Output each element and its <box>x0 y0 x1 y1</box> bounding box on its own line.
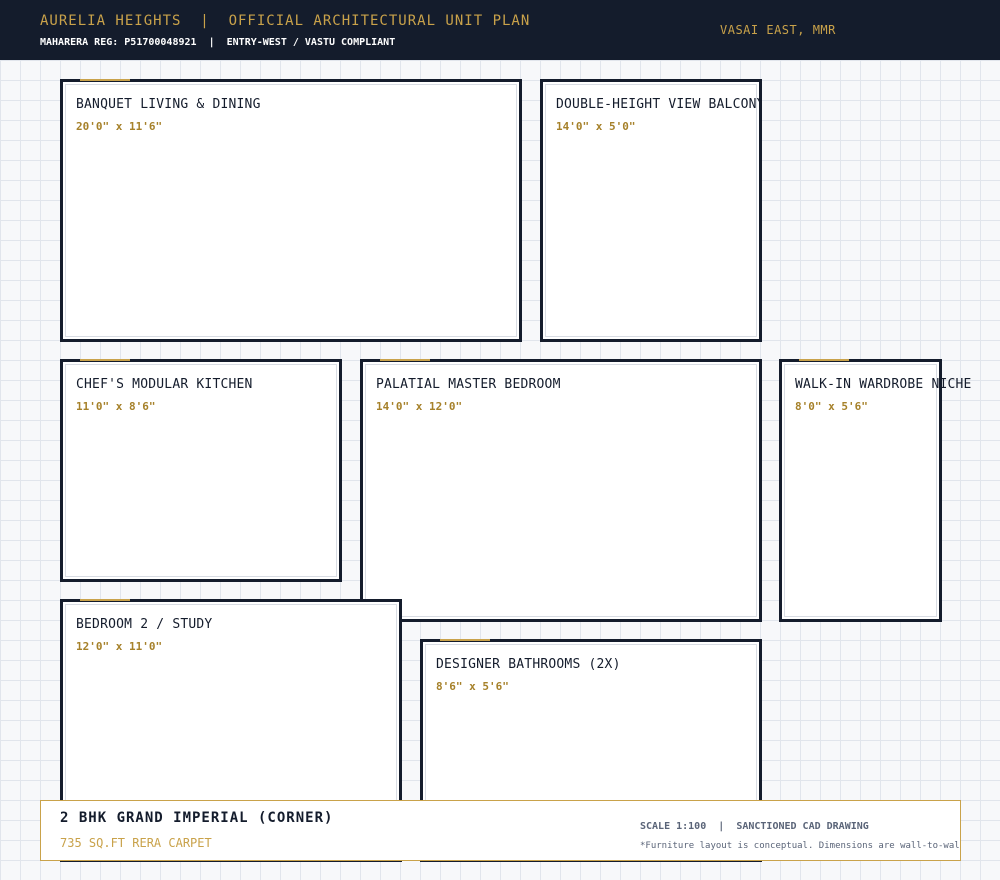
drawing-scale: SCALE 1:100 | SANCTIONED CAD DRAWING <box>640 821 869 832</box>
room-name: BEDROOM 2 / STUDY <box>76 617 213 632</box>
room-name: PALATIAL MASTER BEDROOM <box>376 377 561 392</box>
project-title: AURELIA HEIGHTS | OFFICIAL ARCHITECTURAL… <box>40 13 531 29</box>
room-name: DOUBLE-HEIGHT VIEW BALCONY <box>556 97 762 112</box>
registration-info: MAHARERA REG: P51700048921 | ENTRY-WEST … <box>40 37 396 48</box>
room-name: CHEF'S MODULAR KITCHEN <box>76 377 253 392</box>
room-dimensions: 8'6" x 5'6" <box>436 680 509 693</box>
unit-type: 2 BHK GRAND IMPERIAL (CORNER) <box>60 810 334 826</box>
room-inner-wall <box>65 364 337 577</box>
disclaimer-note: *Furniture layout is conceptual. Dimensi… <box>640 841 961 851</box>
door-marker <box>560 79 610 81</box>
room-master-bedroom[interactable]: PALATIAL MASTER BEDROOM 14'0" x 12'0" <box>360 359 762 622</box>
carpet-area: 735 SQ.FT RERA CARPET <box>60 836 212 850</box>
door-marker <box>80 359 130 361</box>
unit-summary-panel: 2 BHK GRAND IMPERIAL (CORNER) 735 SQ.FT … <box>40 800 961 861</box>
room-dimensions: 14'0" x 12'0" <box>376 400 463 413</box>
room-name: DESIGNER BATHROOMS (2X) <box>436 657 621 672</box>
room-living-dining[interactable]: BANQUET LIVING & DINING 20'0" x 11'6" <box>60 79 522 342</box>
room-dimensions: 12'0" x 11'0" <box>76 640 163 653</box>
door-marker <box>80 599 130 601</box>
door-marker <box>380 359 430 361</box>
room-dimensions: 8'0" x 5'6" <box>795 400 868 413</box>
room-wardrobe-niche[interactable]: WALK-IN WARDROBE NICHE 8'0" x 5'6" <box>779 359 971 622</box>
room-name: WALK-IN WARDROBE NICHE <box>795 377 972 392</box>
room-dimensions: 14'0" x 5'0" <box>556 120 636 133</box>
room-kitchen[interactable]: CHEF'S MODULAR KITCHEN 11'0" x 8'6" <box>60 359 342 582</box>
room-dimensions: 20'0" x 11'6" <box>76 120 163 133</box>
room-balcony[interactable]: DOUBLE-HEIGHT VIEW BALCONY 14'0" x 5'0" <box>540 79 762 342</box>
project-location: VASAI EAST, MMR <box>720 23 836 37</box>
door-marker <box>80 79 130 81</box>
door-marker <box>799 359 849 361</box>
door-marker <box>440 639 490 641</box>
header-bar: AURELIA HEIGHTS | OFFICIAL ARCHITECTURAL… <box>0 0 1000 60</box>
room-dimensions: 11'0" x 8'6" <box>76 400 156 413</box>
room-name: BANQUET LIVING & DINING <box>76 97 261 112</box>
